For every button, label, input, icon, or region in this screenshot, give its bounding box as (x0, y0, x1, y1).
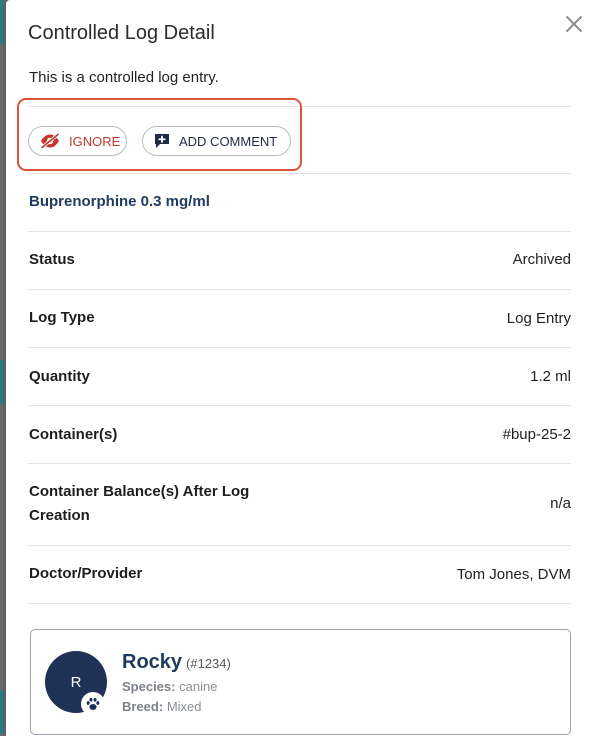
controlled-log-modal: Controlled Log Detail This is a controll… (6, 0, 611, 736)
container-balance-label-line2: Creation (29, 507, 90, 524)
divider (28, 289, 571, 290)
species-label: Species: (122, 679, 176, 694)
patient-card[interactable]: R Rocky (#1234) Species: canine Breed: Mi… (30, 629, 571, 735)
divider (28, 231, 571, 232)
paw-icon (81, 692, 105, 716)
patient-name: Rocky (122, 651, 183, 673)
containers-value: #bup-25-2 (502, 426, 571, 443)
breed-label: Breed: (122, 699, 164, 714)
drug-name: Buprenorphine 0.3 mg/ml (29, 193, 210, 210)
divider (28, 603, 571, 604)
patient-id: (#1234) (186, 656, 231, 671)
ignore-button-label: IGNORE (69, 133, 121, 149)
add-comment-button[interactable]: ADD COMMENT (142, 126, 291, 156)
container-balance-value: n/a (550, 495, 571, 512)
quantity-label: Quantity (29, 368, 90, 385)
modal-title: Controlled Log Detail (28, 22, 215, 44)
divider (28, 545, 571, 546)
container-balance-label-line1: Container Balance(s) After Log (29, 483, 250, 500)
eye-off-icon (40, 133, 60, 149)
background-accent (0, 690, 4, 734)
background-accent (0, 360, 4, 404)
containers-label: Container(s) (29, 426, 118, 443)
comment-add-icon (155, 134, 169, 148)
add-comment-button-label: ADD COMMENT (179, 133, 278, 149)
status-value: Archived (512, 251, 571, 268)
divider (28, 347, 571, 348)
status-label: Status (29, 251, 75, 268)
log-type-label: Log Type (29, 309, 95, 326)
log-type-value: Log Entry (506, 310, 571, 327)
close-icon[interactable] (562, 12, 586, 36)
provider-value: Tom Jones, DVM (456, 566, 571, 583)
divider (28, 463, 571, 464)
species-value: canine (179, 679, 218, 694)
modal-subtitle: This is a controlled log entry. (29, 69, 219, 86)
patient-species: Species: canine (122, 679, 217, 694)
patient-name-line[interactable]: Rocky (#1234) (122, 651, 231, 674)
divider (28, 405, 571, 406)
ignore-button[interactable]: IGNORE (28, 126, 127, 156)
divider (28, 173, 571, 174)
breed-value: Mixed (166, 699, 202, 714)
background-accent (0, 0, 4, 44)
quantity-value: 1.2 ml (530, 368, 571, 385)
container-balance-label: Container Balance(s) After Log Creation (29, 480, 249, 528)
patient-breed: Breed: Mixed (122, 699, 202, 714)
provider-label: Doctor/Provider (29, 565, 143, 582)
